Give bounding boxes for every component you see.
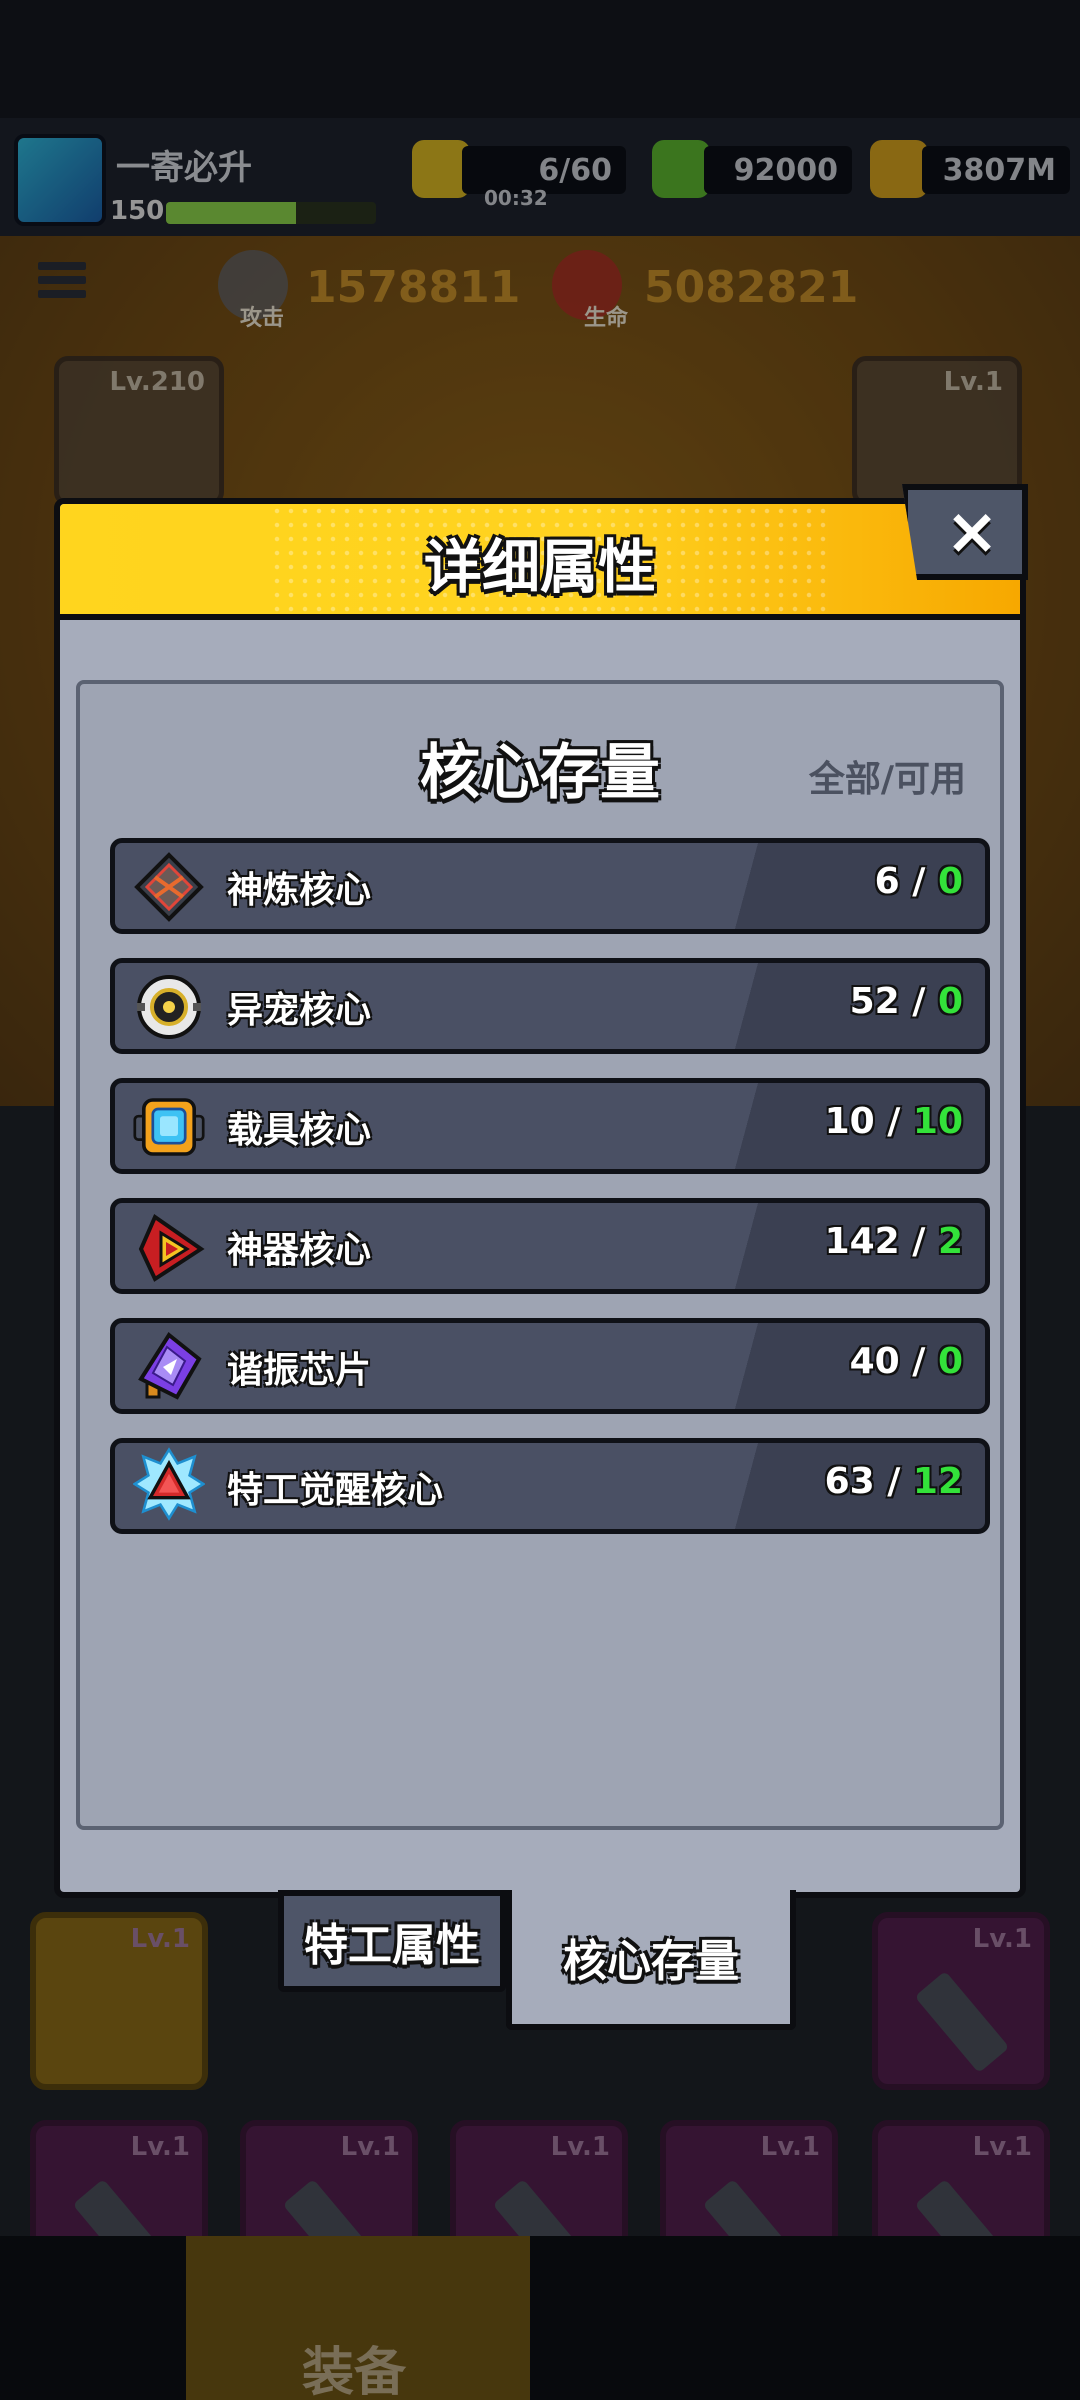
core-count: 63 / 12 (824, 1461, 963, 1502)
core-row-forge: 神炼核心 6 / 0 (110, 838, 990, 934)
resonance-chip-icon (133, 1331, 205, 1403)
close-button[interactable]: × (902, 484, 1028, 580)
core-row-artifact: 神器核心 142 / 2 (110, 1198, 990, 1294)
vehicle-core-icon (133, 1091, 205, 1163)
modal-header: 详细属性 (60, 504, 1020, 620)
core-count: 142 / 2 (824, 1221, 963, 1262)
core-count: 10 / 10 (824, 1101, 963, 1142)
tab-core-storage[interactable]: 核心存量 (506, 1890, 796, 2030)
core-row-agent-awaken: 特工觉醒核心 63 / 12 (110, 1438, 990, 1534)
core-name: 异宠核心 (227, 990, 372, 1031)
tab-agent-attributes[interactable]: 特工属性 (278, 1890, 506, 1992)
forge-core-icon (133, 851, 205, 923)
close-icon: × (945, 495, 999, 569)
pet-core-icon (133, 971, 205, 1043)
core-name: 特工觉醒核心 (227, 1470, 444, 1511)
core-name: 载具核心 (227, 1110, 372, 1151)
core-row-pet: 异宠核心 52 / 0 (110, 958, 990, 1054)
modal-title: 详细属性 (423, 533, 656, 601)
agent-awaken-core-icon (133, 1447, 205, 1523)
core-count: 6 / 0 (874, 861, 963, 902)
artifact-core-icon (133, 1211, 205, 1283)
core-name: 神器核心 (227, 1230, 372, 1271)
core-count: 52 / 0 (849, 981, 963, 1022)
core-name: 谐振芯片 (227, 1350, 372, 1391)
core-row-resonance: 谐振芯片 40 / 0 (110, 1318, 990, 1414)
detail-attributes-modal: 详细属性 核心存量 全部/可用 神炼核心 6 / 0 异宠核心 52 / 0 载… (54, 498, 1026, 1898)
core-name: 神炼核心 (227, 870, 372, 911)
core-storage-panel: 核心存量 全部/可用 神炼核心 6 / 0 异宠核心 52 / 0 载具核心 1… (76, 680, 1004, 1830)
core-count: 40 / 0 (849, 1341, 963, 1382)
total-available-hint: 全部/可用 (808, 759, 966, 800)
core-row-vehicle: 载具核心 10 / 10 (110, 1078, 990, 1174)
